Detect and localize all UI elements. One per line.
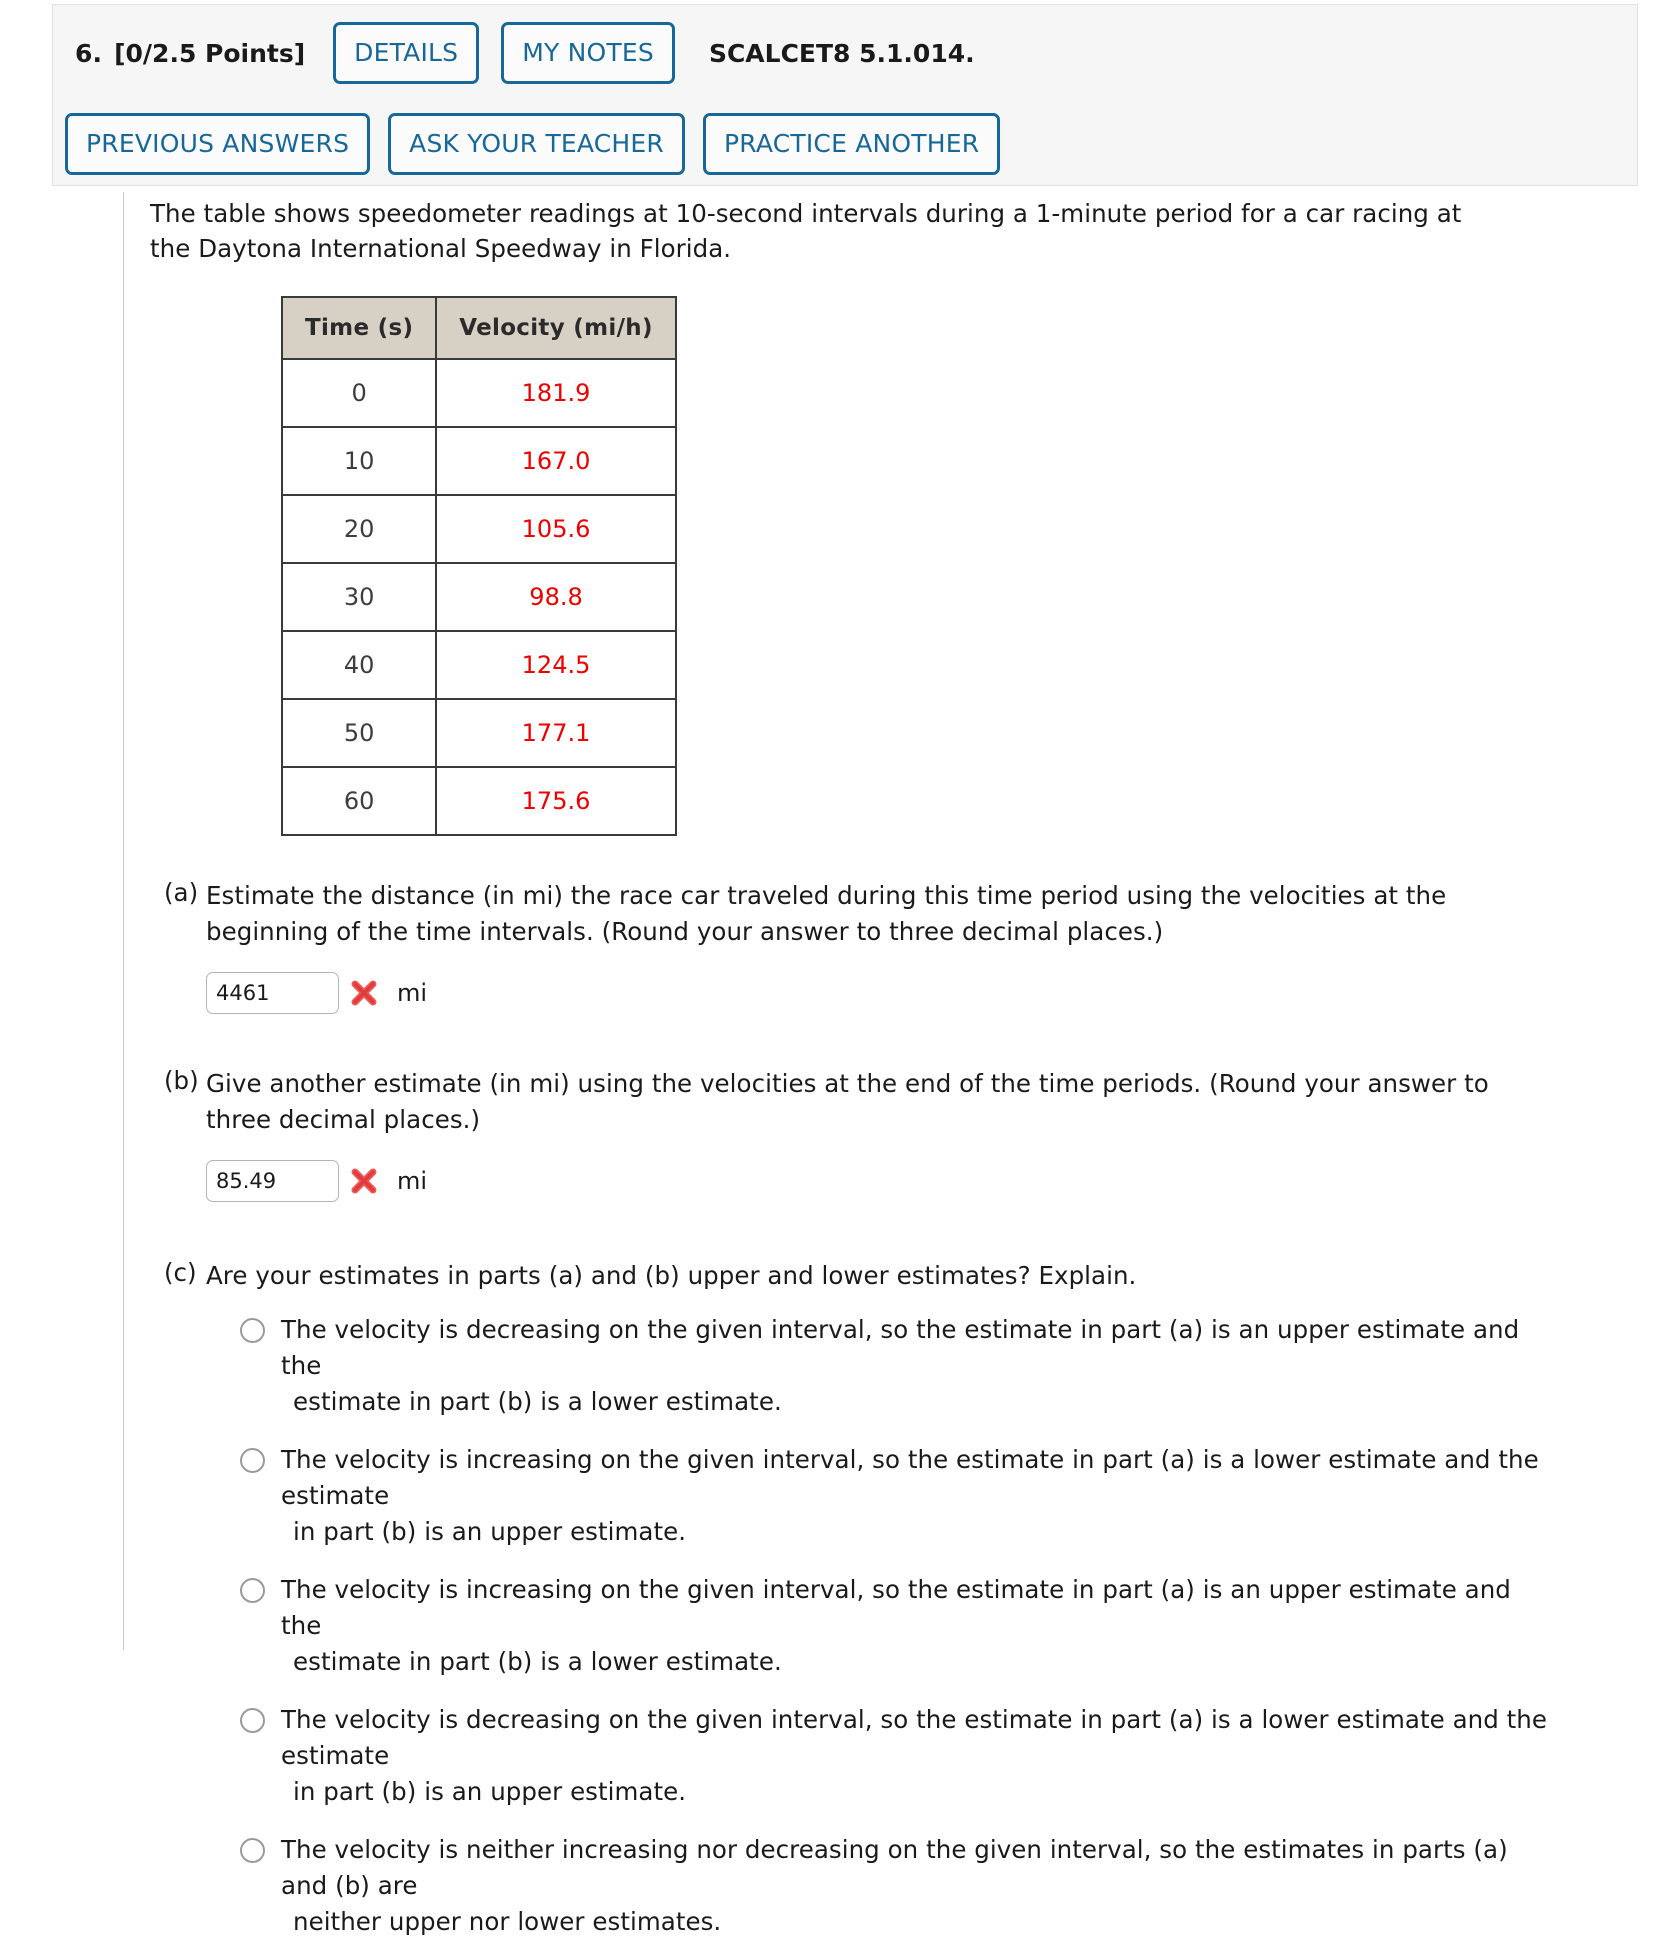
cell-time: 60: [280, 766, 438, 836]
cell-velocity: 175.6: [435, 766, 677, 836]
part-a-label: (a): [164, 878, 199, 907]
my-notes-button[interactable]: MY NOTES: [501, 22, 675, 84]
cell-time: 0: [280, 358, 438, 428]
cell-time: 10: [280, 426, 438, 496]
cell-velocity: 124.5: [435, 630, 677, 700]
part-b-answer-input[interactable]: [206, 1160, 339, 1202]
cell-time: 30: [280, 562, 438, 632]
ask-your-teacher-button[interactable]: ASK YOUR TEACHER: [388, 113, 686, 175]
part-b-unit: mi: [397, 1167, 428, 1195]
points-badge: [0/2.5 Points]: [114, 38, 306, 68]
choice-option-3-label: The velocity is increasing on the given …: [281, 1575, 1511, 1676]
table-row: 60 175.6: [280, 766, 677, 836]
previous-answers-button[interactable]: PREVIOUS ANSWERS: [65, 113, 371, 175]
part-c-text: Are your estimates in parts (a) and (b) …: [206, 1261, 1137, 1290]
choice-option-3[interactable]: The velocity is increasing on the given …: [240, 1572, 1550, 1680]
header-row-secondary: PREVIOUS ANSWERS ASK YOUR TEACHER PRACTI…: [53, 101, 1637, 187]
column-header-velocity: Velocity (mi/h): [435, 296, 677, 360]
header-row-primary: 6. [0/2.5 Points] DETAILS MY NOTES SCALC…: [53, 5, 1637, 101]
radio-button-icon[interactable]: [240, 1318, 265, 1343]
table-header-row: Time (s) Velocity (mi/h): [280, 296, 677, 360]
part-a-answer-input[interactable]: [206, 972, 339, 1014]
incorrect-x-icon: [349, 1166, 379, 1196]
content-left-divider: [123, 192, 124, 1650]
part-a-answer-row: mi: [206, 972, 1550, 1014]
problem-intro-text: The table shows speedometer readings at …: [150, 199, 1462, 263]
question-header-panel: 6. [0/2.5 Points] DETAILS MY NOTES SCALC…: [52, 4, 1638, 186]
radio-button-icon[interactable]: [240, 1708, 265, 1733]
radio-button-icon[interactable]: [240, 1838, 265, 1863]
cell-velocity: 177.1: [435, 698, 677, 768]
cell-velocity: 181.9: [435, 358, 677, 428]
column-header-time: Time (s): [280, 296, 438, 360]
cell-time: 20: [280, 494, 438, 564]
radio-button-icon[interactable]: [240, 1448, 265, 1473]
part-b: (b) Give another estimate (in mi) using …: [150, 1066, 1550, 1202]
choice-option-1-label: The velocity is decreasing on the given …: [281, 1315, 1520, 1416]
choice-option-5-label: The velocity is neither increasing nor d…: [281, 1835, 1508, 1936]
practice-another-button[interactable]: PRACTICE ANOTHER: [703, 113, 1001, 175]
table-row: 40 124.5: [280, 630, 677, 700]
part-c-body: Are your estimates in parts (a) and (b) …: [206, 1258, 1550, 1940]
part-c: (c) Are your estimates in parts (a) and …: [150, 1258, 1550, 1940]
cell-velocity: 167.0: [435, 426, 677, 496]
part-b-label: (b): [164, 1066, 199, 1095]
part-a: (a) Estimate the distance (in mi) the ra…: [150, 878, 1550, 1014]
problem-body: The table shows speedometer readings at …: [150, 196, 1550, 1940]
table-row: 20 105.6: [280, 494, 677, 564]
question-number: 6.: [75, 38, 103, 68]
choice-option-2[interactable]: The velocity is increasing on the given …: [240, 1442, 1550, 1550]
part-c-choice-group: The velocity is decreasing on the given …: [240, 1312, 1550, 1940]
incorrect-x-icon: [349, 978, 379, 1008]
speedometer-data-table: Time (s) Velocity (mi/h) 0 181.9 10 167.…: [280, 296, 677, 836]
part-b-text: Give another estimate (in mi) using the …: [206, 1069, 1489, 1134]
textbook-reference: SCALCET8 5.1.014.: [708, 38, 975, 68]
part-b-body: Give another estimate (in mi) using the …: [206, 1066, 1550, 1202]
choice-option-4[interactable]: The velocity is decreasing on the given …: [240, 1702, 1550, 1810]
cell-time: 50: [280, 698, 438, 768]
part-a-body: Estimate the distance (in mi) the race c…: [206, 878, 1550, 1014]
table-row: 50 177.1: [280, 698, 677, 768]
choice-option-4-label: The velocity is decreasing on the given …: [281, 1705, 1548, 1806]
radio-button-icon[interactable]: [240, 1578, 265, 1603]
table-row: 30 98.8: [280, 562, 677, 632]
table-row: 0 181.9: [280, 358, 677, 428]
choice-option-1[interactable]: The velocity is decreasing on the given …: [240, 1312, 1550, 1420]
cell-velocity: 105.6: [435, 494, 677, 564]
table-row: 10 167.0: [280, 426, 677, 496]
choice-option-2-label: The velocity is increasing on the given …: [281, 1445, 1539, 1546]
choice-option-5[interactable]: The velocity is neither increasing nor d…: [240, 1832, 1550, 1940]
cell-time: 40: [280, 630, 438, 700]
part-b-answer-row: mi: [206, 1160, 1550, 1202]
part-a-text: Estimate the distance (in mi) the race c…: [206, 881, 1447, 946]
part-c-label: (c): [164, 1258, 197, 1287]
cell-velocity: 98.8: [435, 562, 677, 632]
details-button[interactable]: DETAILS: [333, 22, 480, 84]
part-a-unit: mi: [397, 979, 428, 1007]
